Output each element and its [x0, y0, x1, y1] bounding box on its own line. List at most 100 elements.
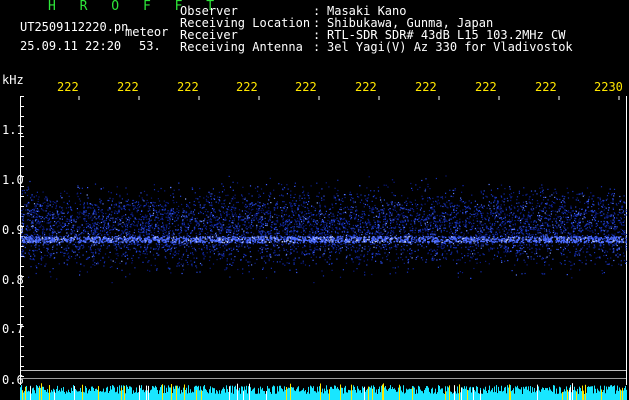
noise-dot: [342, 200, 344, 202]
noise-dot: [394, 217, 396, 219]
noise-dot: [264, 206, 266, 208]
noise-dot: [166, 245, 169, 247]
noise-dot: [181, 214, 184, 216]
noise-dot: [59, 206, 61, 208]
noise-dot: [547, 188, 549, 190]
noise-dot: [509, 186, 511, 188]
noise-dot: [243, 256, 245, 258]
noise-dot: [567, 192, 569, 194]
noise-dot: [487, 244, 489, 246]
noise-dot: [470, 256, 472, 258]
noise-dot: [539, 219, 541, 222]
noise-dot: [493, 208, 495, 210]
noise-dot: [128, 216, 130, 218]
noise-dot: [586, 243, 588, 245]
noise-dot: [377, 224, 379, 226]
noise-dot: [301, 221, 303, 223]
noise-dot: [556, 192, 558, 194]
noise-dot: [531, 247, 533, 249]
noise-dot: [410, 223, 412, 225]
noise-dot: [463, 224, 465, 226]
noise-dot: [450, 230, 452, 232]
noise-dot: [448, 242, 450, 244]
noise-dot: [299, 195, 301, 197]
noise-dot: [150, 197, 153, 199]
noise-dot: [510, 199, 512, 202]
noise-dot: [220, 213, 222, 215]
noise-dot: [104, 253, 107, 255]
noise-dot: [259, 216, 261, 218]
noise-dot: [305, 228, 307, 230]
noise-dot: [38, 196, 40, 198]
noise-dot: [25, 205, 28, 207]
noise-dot: [471, 257, 473, 259]
noise-dot: [97, 221, 99, 224]
noise-dot: [560, 206, 562, 208]
noise-dot: [551, 206, 553, 208]
noise-dot: [309, 253, 311, 255]
noise-dot: [546, 203, 548, 205]
noise-dot: [39, 205, 41, 207]
noise-dot: [470, 229, 472, 231]
noise-dot: [155, 210, 157, 212]
noise-dot: [582, 247, 584, 249]
noise-dot: [533, 258, 535, 260]
noise-dot: [573, 221, 575, 224]
noise-dot: [215, 234, 217, 236]
noise-dot: [433, 206, 435, 208]
noise-dot: [21, 210, 23, 212]
noise-dot: [124, 206, 126, 208]
noise-dot: [308, 218, 310, 220]
noise-dot: [364, 233, 366, 235]
noise-dot: [44, 198, 46, 200]
noise-dot: [42, 202, 44, 204]
noise-dot: [559, 198, 561, 201]
noise-dot: [479, 235, 481, 237]
noise-dot: [23, 189, 25, 192]
noise-dot: [95, 211, 97, 213]
noise-dot: [165, 224, 167, 226]
noise-dot: [110, 259, 112, 261]
x-tick-label: 222: [295, 80, 317, 94]
noise-dot: [188, 214, 190, 216]
noise-dot: [358, 256, 360, 258]
noise-dot: [539, 209, 541, 211]
noise-dot: [526, 244, 528, 246]
noise-dot: [221, 191, 224, 193]
noise-dot: [73, 251, 75, 253]
noise-dot: [584, 256, 587, 258]
noise-dot: [44, 254, 46, 256]
noise-dot: [203, 246, 205, 249]
noise-dot: [554, 188, 556, 190]
noise-dot: [75, 221, 77, 223]
noise-dot: [234, 223, 236, 226]
noise-dot: [326, 261, 328, 263]
noise-dot: [102, 187, 105, 189]
noise-dot: [193, 200, 195, 203]
noise-dot: [493, 205, 495, 207]
noise-dot: [191, 263, 193, 265]
noise-dot: [109, 197, 111, 199]
noise-dot: [32, 222, 34, 225]
noise-dot: [231, 241, 233, 243]
noise-dot: [612, 202, 614, 204]
noise-dot: [537, 202, 539, 204]
noise-dot: [538, 205, 541, 207]
noise-dot: [477, 213, 479, 215]
noise-dot: [180, 231, 182, 233]
noise-dot: [191, 247, 194, 250]
noise-dot: [109, 207, 111, 209]
noise-dot: [514, 220, 516, 222]
noise-dot: [433, 258, 435, 260]
noise-dot: [544, 222, 546, 224]
noise-dot: [74, 202, 76, 204]
noise-dot: [191, 230, 193, 232]
noise-dot: [40, 218, 42, 220]
noise-dot: [99, 218, 101, 220]
noise-dot: [75, 255, 77, 257]
noise-dot: [210, 218, 212, 220]
noise-dot: [345, 262, 348, 264]
noise-dot: [504, 255, 506, 257]
noise-dot: [603, 272, 605, 274]
noise-dot: [254, 262, 256, 264]
